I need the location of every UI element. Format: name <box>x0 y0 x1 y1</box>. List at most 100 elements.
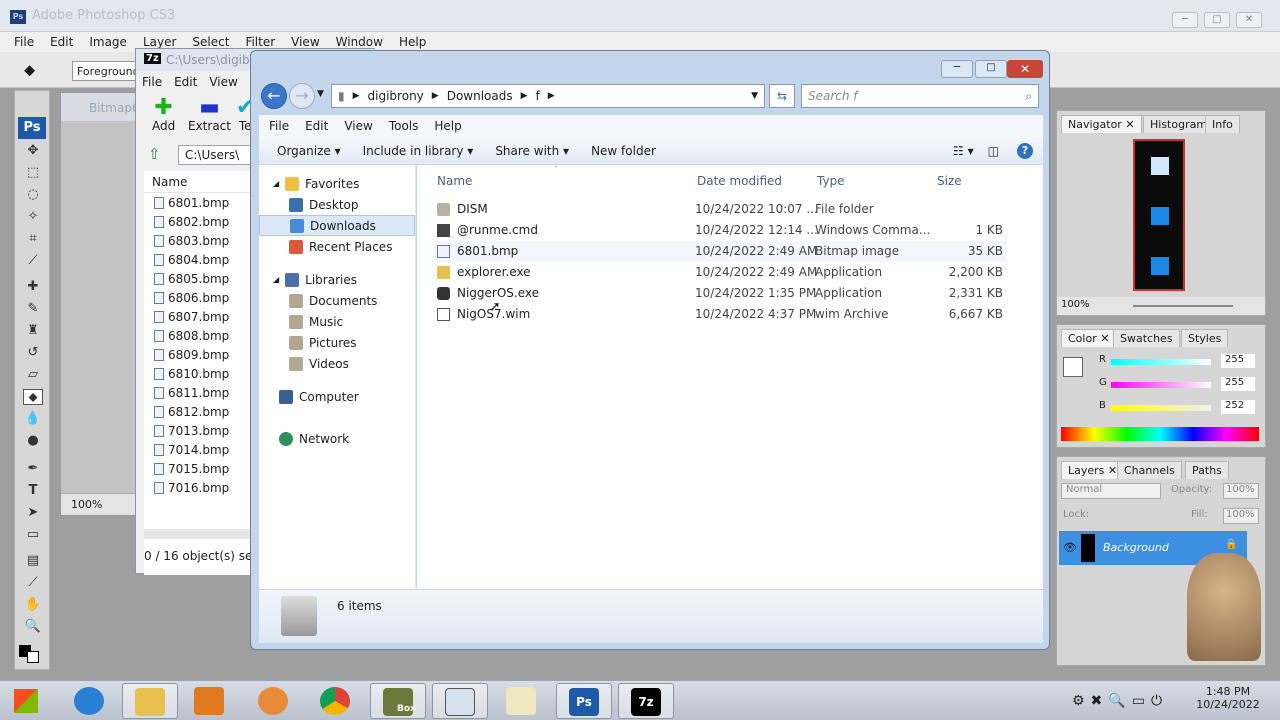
nav-music[interactable]: Music <box>259 311 415 332</box>
menu-tools[interactable]: Tools <box>389 119 419 133</box>
breadcrumb-chevron-icon[interactable]: ▶ <box>548 91 555 101</box>
blur-tool-icon[interactable]: 💧 <box>23 411 43 427</box>
menu-file[interactable]: File <box>269 119 289 133</box>
breadcrumb-chevron-icon[interactable]: ▶ <box>521 91 528 101</box>
table-row[interactable]: 6801.bmp 10/24/2022 2:49 AM Bitmap image 35… <box>433 241 1007 262</box>
list-item[interactable]: 6802.bmp <box>144 212 254 231</box>
recent-pages-chevron-icon[interactable]: ▼ <box>317 89 324 99</box>
list-item[interactable]: 6805.bmp <box>144 269 254 288</box>
ps-menu-window[interactable]: Window <box>336 35 383 49</box>
table-row[interactable]: DISM 10/24/2022 10:07 ... File folder <box>433 199 1007 220</box>
table-row[interactable]: @runme.cmd 10/24/2022 12:14 ... Windows Co… <box>433 220 1007 241</box>
nav-favorites[interactable]: ◢ Favorites <box>259 173 415 194</box>
nav-computer[interactable]: Computer <box>259 386 415 407</box>
breadcrumb-f[interactable]: f <box>536 89 540 103</box>
blend-mode-select[interactable]: Normal <box>1061 483 1161 499</box>
start-button-icon[interactable] <box>14 689 38 713</box>
preview-pane-icon[interactable]: ◫ <box>988 144 999 158</box>
path-select-icon[interactable]: ➤ <box>23 505 43 521</box>
view-options-icon[interactable]: ☷ ▾ <box>953 144 974 158</box>
clock[interactable]: 1:48 PM 10/24/2022 <box>1194 685 1262 711</box>
shape-tool-icon[interactable]: ▭ <box>23 527 43 543</box>
close-button[interactable]: ✕ <box>1007 60 1043 78</box>
ps-menu-file[interactable]: File <box>14 35 34 49</box>
opacity-value[interactable]: 100% <box>1223 483 1259 499</box>
taskbar-box[interactable]: Box <box>370 683 426 719</box>
nav-network[interactable]: Network <box>259 428 415 449</box>
minimize-button[interactable]: ─ <box>941 60 973 78</box>
green-value[interactable]: 255 <box>1221 377 1255 391</box>
menu-view[interactable]: View <box>344 119 372 133</box>
ps-close-button[interactable]: ✕ <box>1236 12 1262 28</box>
taskbar-clipboard[interactable] <box>494 683 550 719</box>
nav-pictures[interactable]: Pictures <box>259 332 415 353</box>
lasso-tool-icon[interactable]: ◌ <box>23 187 43 203</box>
navigator-zoom[interactable]: 100% <box>1061 299 1090 310</box>
tab-navigator[interactable]: Navigator ✕ <box>1061 115 1142 133</box>
list-item[interactable]: 6810.bmp <box>144 364 254 383</box>
color-spectrum-ramp[interactable] <box>1061 427 1259 441</box>
breadcrumb-digibrony[interactable]: digibrony <box>368 89 424 103</box>
eye-icon[interactable]: 👁 <box>1063 541 1077 554</box>
ps-maximize-button[interactable]: □ <box>1204 12 1230 28</box>
crop-tool-icon[interactable]: ⌗ <box>23 231 43 247</box>
stamp-tool-icon[interactable]: ♜ <box>23 323 43 339</box>
foreground-color-box[interactable] <box>1063 357 1083 377</box>
slice-tool-icon[interactable]: ⟋ <box>23 253 43 269</box>
taskbar-explorer[interactable] <box>122 683 178 719</box>
breadcrumb-chevron-icon[interactable]: ▶ <box>432 91 439 101</box>
list-item[interactable]: 6808.bmp <box>144 326 254 345</box>
menu-help[interactable]: Help <box>434 119 461 133</box>
share-with-button[interactable]: Share with ▾ <box>495 144 569 158</box>
red-slider[interactable] <box>1111 359 1211 365</box>
add-button[interactable]: ✚ Add <box>152 97 175 134</box>
tab-channels[interactable]: Channels <box>1117 461 1182 479</box>
z7-name-column[interactable]: Name <box>144 171 254 193</box>
fill-value[interactable]: 100% <box>1223 508 1259 524</box>
list-item[interactable]: 6803.bmp <box>144 231 254 250</box>
list-item[interactable]: 6811.bmp <box>144 383 254 402</box>
list-item[interactable]: 6801.bmp <box>144 193 254 212</box>
back-button[interactable]: ← <box>261 83 287 109</box>
system-tray-icons[interactable]: ⚙✖🔍▭⏻ <box>1072 693 1168 709</box>
green-slider[interactable] <box>1111 382 1211 388</box>
column-type[interactable]: Type <box>817 174 845 188</box>
z7-menu-file[interactable]: File <box>142 75 162 89</box>
ps-menu-help[interactable]: Help <box>399 35 426 49</box>
table-row[interactable]: explorer.exe 10/24/2022 2:49 AM Applicatio… <box>433 262 1007 283</box>
taskbar-window[interactable] <box>432 683 488 719</box>
pen-tool-icon[interactable]: ✒ <box>23 461 43 477</box>
breadcrumb-downloads[interactable]: Downloads <box>447 89 513 103</box>
tab-color[interactable]: Color ✕ <box>1061 329 1117 347</box>
menu-edit[interactable]: Edit <box>305 119 328 133</box>
column-name[interactable]: Name <box>437 174 472 188</box>
ps-menu-layer[interactable]: Layer <box>143 35 176 49</box>
forward-button[interactable]: → <box>289 83 315 109</box>
dodge-tool-icon[interactable]: ● <box>23 433 43 449</box>
move-tool-icon[interactable]: ✥ <box>23 143 43 159</box>
folder-up-icon[interactable]: ⇧ <box>148 145 161 163</box>
extract-button[interactable]: ▬ Extract <box>188 97 231 134</box>
search-icon[interactable]: ⌕ <box>1025 89 1032 104</box>
nav-downloads[interactable]: Downloads <box>259 215 415 236</box>
fill-source-select[interactable]: Foreground <box>72 61 140 81</box>
tab-histogram[interactable]: Histogram <box>1143 115 1215 133</box>
breadcrumb-chevron-icon[interactable]: ▶ <box>353 91 360 101</box>
notes-tool-icon[interactable]: ▤ <box>23 553 43 569</box>
blue-slider[interactable] <box>1111 405 1211 411</box>
history-brush-icon[interactable]: ↺ <box>23 345 43 361</box>
address-dropdown-icon[interactable]: ▼ <box>751 91 758 101</box>
tab-info[interactable]: Info <box>1205 115 1240 133</box>
nav-libraries[interactable]: ◢ Libraries <box>259 269 415 290</box>
layer-name[interactable]: Background <box>1103 541 1169 554</box>
tab-styles[interactable]: Styles <box>1181 329 1229 347</box>
search-input[interactable]: Search f ⌕ <box>801 84 1039 108</box>
list-item[interactable]: 6812.bmp <box>144 402 254 421</box>
ps-menu-image[interactable]: Image <box>89 35 127 49</box>
marquee-tool-icon[interactable]: ⬚ <box>23 165 43 181</box>
maximize-button[interactable]: □ <box>975 60 1007 78</box>
ps-menu-edit[interactable]: Edit <box>50 35 73 49</box>
list-item[interactable]: 6809.bmp <box>144 345 254 364</box>
ps-menu-select[interactable]: Select <box>192 35 229 49</box>
paint-bucket-icon[interactable]: ⬥ <box>24 60 35 80</box>
